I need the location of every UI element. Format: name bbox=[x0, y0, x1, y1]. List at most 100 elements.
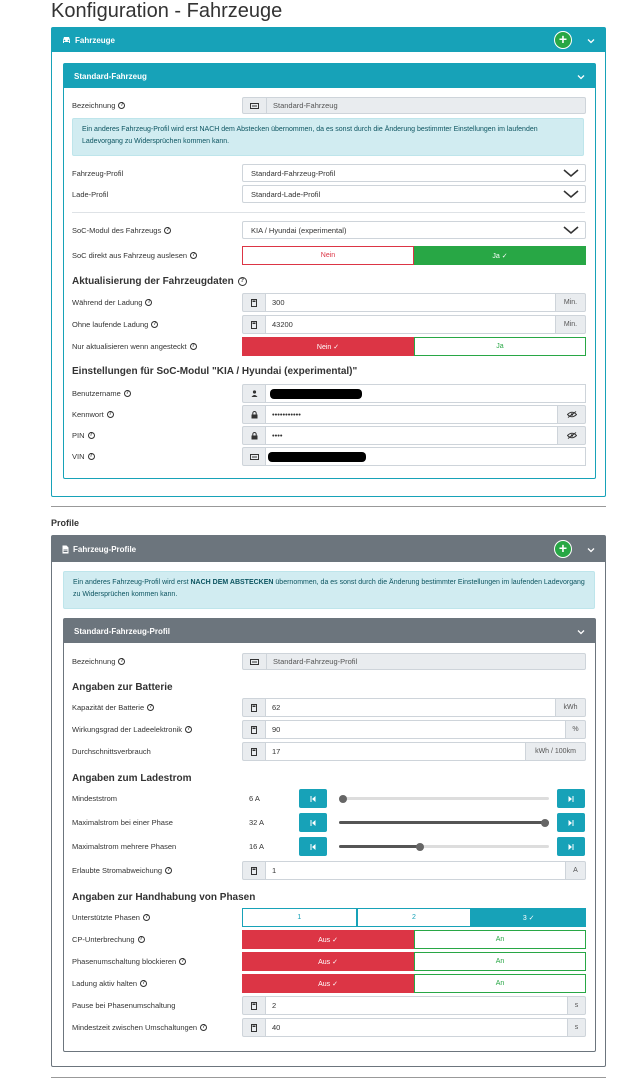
decrease-button[interactable] bbox=[299, 837, 327, 856]
only-plugged-yes-button[interactable]: Ja bbox=[414, 337, 586, 356]
slider-handle[interactable] bbox=[541, 818, 549, 827]
calculator-icon bbox=[242, 698, 266, 717]
slider-handle[interactable] bbox=[339, 794, 347, 803]
help-icon[interactable]: ? bbox=[118, 102, 126, 109]
eye-slash-icon[interactable] bbox=[558, 426, 586, 445]
help-icon[interactable]: ? bbox=[140, 980, 148, 987]
divider bbox=[51, 506, 606, 507]
help-icon[interactable]: ? bbox=[142, 914, 150, 921]
help-icon[interactable]: ? bbox=[87, 453, 95, 460]
calculator-icon bbox=[242, 720, 266, 739]
chevron-down-icon[interactable] bbox=[576, 72, 586, 82]
block-label: Phasenumschaltung blockieren? bbox=[72, 957, 187, 966]
help-icon[interactable]: ? bbox=[165, 867, 173, 874]
password-input[interactable]: ••••••••••• bbox=[266, 405, 558, 424]
help-icon[interactable]: ? bbox=[87, 432, 95, 439]
during-charge-input[interactable]: 300 bbox=[266, 293, 556, 312]
pin-input[interactable]: •••• bbox=[266, 426, 558, 445]
password-field: ••••••••••• bbox=[242, 405, 586, 424]
id-card-icon bbox=[242, 447, 266, 466]
no-charge-field: 43200 Min. bbox=[242, 315, 586, 334]
chevron-down-icon bbox=[563, 169, 579, 178]
capacity-label: Kapazität der Batterie? bbox=[72, 703, 155, 712]
pause-input[interactable]: 2 bbox=[266, 996, 568, 1015]
charge-profile-select[interactable]: Standard-Lade-Profil bbox=[242, 185, 586, 203]
help-icon[interactable]: ? bbox=[164, 227, 172, 234]
cp-off-button[interactable]: Aus ✓ bbox=[242, 930, 414, 949]
phases-heading: Angaben zur Handhabung von Phasen bbox=[72, 892, 256, 903]
keep-off-button[interactable]: Aus ✓ bbox=[242, 974, 414, 993]
help-icon[interactable]: ? bbox=[190, 252, 198, 259]
slider-handle[interactable] bbox=[415, 842, 424, 851]
chevron-down-icon[interactable] bbox=[586, 36, 596, 46]
cp-on-button[interactable]: An bbox=[414, 930, 586, 949]
profile-name-label: Bezeichnung? bbox=[72, 657, 126, 666]
unit-addon: s bbox=[568, 996, 586, 1015]
help-icon[interactable]: ? bbox=[118, 658, 126, 665]
help-icon[interactable]: ? bbox=[185, 726, 193, 733]
min-current-value: 6 A bbox=[249, 794, 260, 803]
soc-direct-yes-button[interactable]: Ja ✓ bbox=[414, 246, 586, 265]
password-label: Kennwort? bbox=[72, 410, 114, 419]
help-icon[interactable]: ? bbox=[106, 411, 114, 418]
help-icon[interactable]: ? bbox=[179, 958, 187, 965]
help-icon[interactable]: ? bbox=[189, 343, 197, 350]
help-icon[interactable]: ? bbox=[123, 390, 131, 397]
phase-1-button[interactable]: 1 bbox=[242, 908, 357, 927]
soc-direct-no-button[interactable]: Nein bbox=[242, 246, 414, 265]
vehicles-card-header[interactable]: Fahrzeuge bbox=[52, 28, 605, 52]
max-one-slider[interactable] bbox=[339, 818, 549, 827]
phase-3-button[interactable]: 3 ✓ bbox=[471, 908, 587, 927]
help-icon[interactable]: ? bbox=[147, 704, 155, 711]
keep-on-button[interactable]: An bbox=[414, 974, 586, 993]
only-plugged-no-button[interactable]: Nein ✓ bbox=[242, 337, 414, 356]
vehicle-profile-select[interactable]: Standard-Fahrzeug-Profil bbox=[242, 164, 586, 182]
calculator-icon bbox=[242, 996, 266, 1015]
soc-module-select[interactable]: KIA / Hyundai (experimental) bbox=[242, 221, 586, 239]
vehicle-profile-label: Fahrzeug-Profil bbox=[72, 169, 124, 178]
efficiency-input[interactable]: 90 bbox=[266, 720, 566, 739]
min-current-slider[interactable] bbox=[339, 794, 549, 803]
soc-settings-heading: Einstellungen für SoC-Modul "KIA / Hyund… bbox=[72, 366, 358, 377]
help-icon[interactable]: ? bbox=[151, 321, 159, 328]
increase-button[interactable] bbox=[557, 813, 585, 832]
increase-button[interactable] bbox=[557, 837, 585, 856]
decrease-button[interactable] bbox=[299, 789, 327, 808]
chevron-down-icon[interactable] bbox=[586, 545, 596, 555]
keep-label: Ladung aktiv halten? bbox=[72, 979, 148, 988]
help-icon[interactable]: ? bbox=[237, 277, 247, 286]
decrease-button[interactable] bbox=[299, 813, 327, 832]
consumption-field: 17 kWh / 100km bbox=[242, 742, 586, 761]
add-vehicle-button[interactable]: + bbox=[554, 31, 572, 49]
help-icon[interactable]: ? bbox=[145, 299, 153, 306]
min-time-input[interactable]: 40 bbox=[266, 1018, 568, 1037]
eye-slash-icon[interactable] bbox=[558, 405, 586, 424]
deviation-input[interactable]: 1 bbox=[266, 861, 566, 880]
vehicle-card-header[interactable]: Standard-Fahrzeug bbox=[64, 64, 595, 88]
phase-2-button[interactable]: 2 bbox=[356, 908, 472, 927]
vin-label: VIN? bbox=[72, 452, 95, 461]
block-off-button[interactable]: Aus ✓ bbox=[242, 952, 414, 971]
profiles-heading: Profile bbox=[51, 518, 80, 528]
help-icon[interactable]: ? bbox=[137, 936, 145, 943]
vehicle-profiles-card-header[interactable]: Fahrzeug-Profile bbox=[52, 536, 605, 562]
add-profile-button[interactable]: + bbox=[554, 540, 572, 558]
profile-card-header[interactable]: Standard-Fahrzeug-Profil bbox=[64, 619, 595, 643]
no-charge-input[interactable]: 43200 bbox=[266, 315, 556, 334]
soc-direct-toggle: Nein Ja ✓ bbox=[242, 246, 586, 265]
unit-addon: Min. bbox=[556, 293, 586, 312]
calculator-icon bbox=[242, 1018, 266, 1037]
max-one-value: 32 A bbox=[249, 818, 265, 827]
username-label: Benutzername? bbox=[72, 389, 131, 398]
max-multi-slider[interactable] bbox=[339, 842, 549, 851]
help-icon[interactable]: ? bbox=[200, 1024, 208, 1031]
chevron-down-icon[interactable] bbox=[576, 627, 586, 637]
capacity-input[interactable]: 62 bbox=[266, 698, 556, 717]
capacity-field: 62 kWh bbox=[242, 698, 586, 717]
pause-field: 2 s bbox=[242, 996, 586, 1015]
block-on-button[interactable]: An bbox=[414, 952, 586, 971]
increase-button[interactable] bbox=[557, 789, 585, 808]
id-card-icon bbox=[243, 98, 267, 113]
file-icon bbox=[62, 545, 69, 554]
consumption-input[interactable]: 17 bbox=[266, 742, 526, 761]
